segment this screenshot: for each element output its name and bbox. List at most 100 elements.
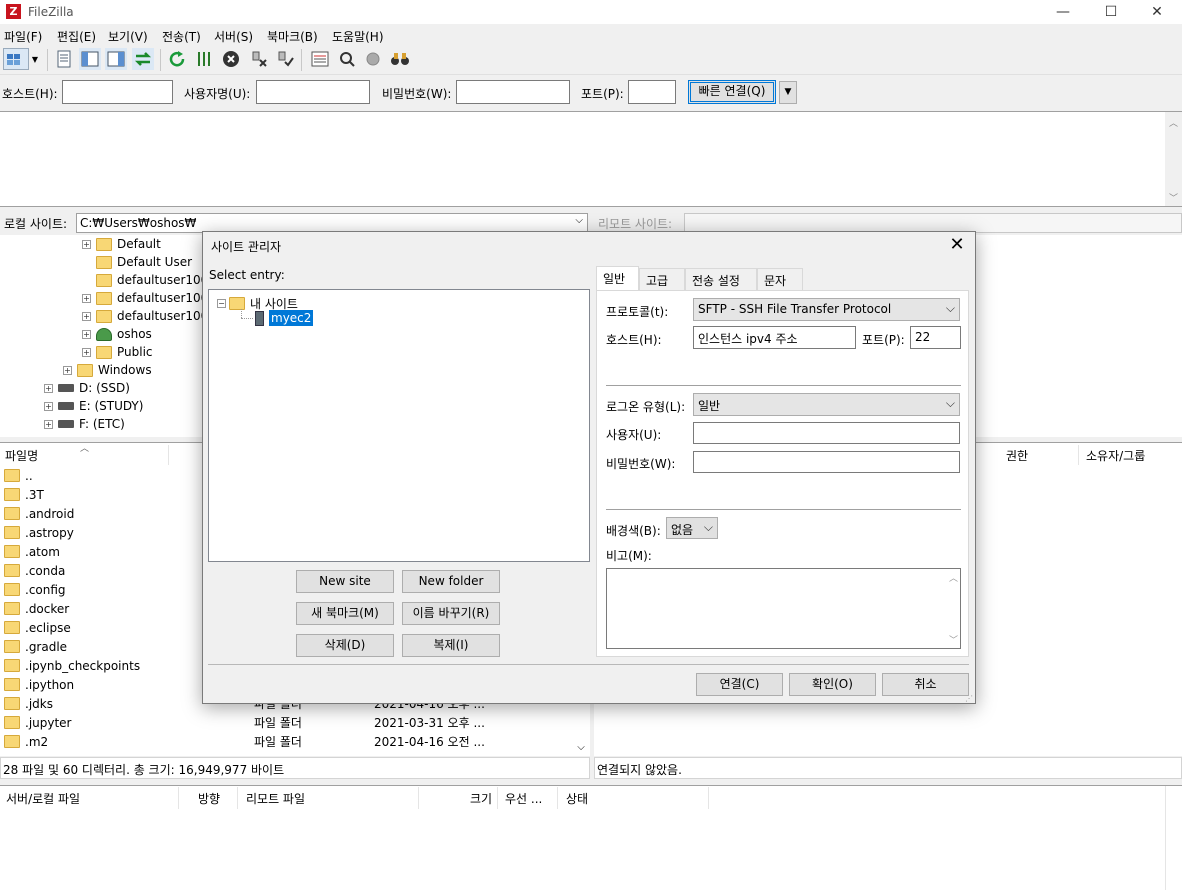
user-field[interactable] [693, 422, 960, 444]
folder-icon [4, 583, 20, 596]
collapse-icon[interactable]: − [217, 299, 226, 308]
expand-icon[interactable]: + [63, 365, 72, 375]
quickconnect-button[interactable]: 빠른 연결(Q) [688, 80, 776, 104]
tab-general[interactable]: 일반 [596, 266, 639, 291]
tree-spacer[interactable] [82, 258, 91, 267]
username-input[interactable] [256, 80, 370, 104]
host-field[interactable]: 인스턴스 ipv4 주소 [693, 326, 856, 349]
menu-file[interactable]: 파일(F) [4, 28, 42, 45]
tree-item[interactable]: + oshos [82, 325, 152, 343]
column-header-owner[interactable]: 소유자/그룹 [1086, 447, 1145, 464]
menu-server[interactable]: 서버(S) [214, 28, 253, 45]
tab-transfer-settings[interactable]: 전송 설정 [685, 268, 757, 291]
file-row[interactable]: .jupyter 파일 폴더 2021-03-31 오후 ... [4, 713, 584, 732]
duplicate-button[interactable]: 복제(I) [402, 634, 500, 657]
chevron-down-icon[interactable]: ⌵ [575, 215, 583, 226]
delete-button[interactable]: 삭제(D) [296, 634, 394, 657]
menu-transfer[interactable]: 전송(T) [162, 28, 201, 45]
menu-edit[interactable]: 편집(E) [57, 28, 96, 45]
expand-icon[interactable]: + [44, 383, 53, 393]
site-manager-dropdown-icon[interactable]: ▼ [29, 48, 41, 70]
tree-item[interactable]: + Windows [63, 361, 152, 379]
rename-button[interactable]: 이름 바꾸기(R) [402, 602, 500, 625]
expand-icon[interactable]: + [82, 311, 91, 321]
reconnect-icon[interactable] [274, 48, 296, 70]
background-color-select[interactable]: 없음 ⌵ [666, 517, 718, 539]
tree-item[interactable]: defaultuser1000 [82, 271, 216, 289]
local-path-combobox[interactable]: C:₩Users₩oshos₩ ⌵ [76, 213, 588, 233]
background-color-label: 배경색(B): [606, 524, 661, 538]
close-window-button[interactable]: ✕ [1134, 0, 1180, 24]
tree-spacer[interactable] [82, 276, 91, 285]
expand-icon[interactable]: + [82, 239, 91, 249]
directory-listing-filter-icon[interactable] [309, 48, 331, 70]
ok-button[interactable]: 확인(O) [789, 673, 876, 696]
column-header-filename[interactable]: 파일명 [5, 447, 38, 464]
message-log-icon[interactable] [53, 48, 75, 70]
host-input[interactable] [62, 80, 173, 104]
queue-col-direction[interactable]: 방향 [198, 790, 220, 807]
log-scrollbar[interactable]: ︿ ﹀ [1165, 112, 1182, 206]
remote-tree-icon[interactable] [105, 48, 127, 70]
disconnect-icon[interactable] [248, 48, 270, 70]
local-tree-icon[interactable] [79, 48, 101, 70]
menu-bookmarks[interactable]: 북마크(B) [267, 28, 318, 45]
queue-col-remote-file[interactable]: 리모트 파일 [246, 790, 305, 807]
tree-item[interactable]: + E: (STUDY) [44, 397, 143, 415]
queue-col-priority[interactable]: 우선 ... [505, 790, 542, 807]
protocol-select[interactable]: SFTP - SSH File Transfer Protocol ⌵ [693, 298, 960, 321]
queue-col-size[interactable]: 크기 [470, 790, 492, 807]
cancel-button[interactable]: 취소 [882, 673, 969, 696]
logon-type-select[interactable]: 일반 ⌵ [693, 393, 960, 416]
folder-icon [4, 526, 20, 539]
folder-icon [96, 237, 112, 251]
refresh-icon[interactable] [166, 48, 188, 70]
queue-col-local-file[interactable]: 서버/로컬 파일 [6, 790, 80, 807]
sync-browsing-icon[interactable] [362, 48, 384, 70]
password-field[interactable] [693, 451, 960, 473]
expand-icon[interactable]: + [82, 293, 91, 303]
new-bookmark-button[interactable]: 새 북마크(M) [296, 602, 394, 625]
tree-item[interactable]: + Default [82, 235, 161, 253]
tab-advanced[interactable]: 고급 [639, 268, 685, 291]
tree-item[interactable]: + F: (ETC) [44, 415, 125, 433]
expand-icon[interactable]: + [82, 329, 91, 339]
tree-item-label: Windows [98, 363, 152, 377]
tree-item[interactable]: + D: (SSD) [44, 379, 130, 397]
port-field[interactable]: 22 [910, 326, 961, 349]
minimize-button[interactable]: — [1040, 0, 1086, 24]
column-header-permissions[interactable]: 권한 [1006, 447, 1028, 464]
connect-button[interactable]: 연결(C) [696, 673, 783, 696]
menu-help[interactable]: 도움말(H) [332, 28, 384, 45]
password-input[interactable] [456, 80, 570, 104]
search-binoculars-icon[interactable] [389, 48, 411, 70]
directory-comparison-icon[interactable] [336, 48, 358, 70]
site-manager-icon[interactable] [3, 48, 29, 70]
tab-charset[interactable]: 문자셋 [757, 268, 803, 305]
process-queue-icon[interactable] [193, 48, 215, 70]
dialog-close-icon[interactable]: ✕ [945, 234, 969, 255]
tree-item-myec2[interactable]: myec2 [255, 310, 314, 326]
maximize-button[interactable]: ☐ [1088, 0, 1134, 24]
resize-grip-icon[interactable]: ⋰ [965, 694, 973, 703]
tree-item[interactable]: Default User [82, 253, 192, 271]
port-input[interactable] [628, 80, 676, 104]
queue-col-status[interactable]: 상태 [566, 790, 588, 807]
expand-icon[interactable]: + [44, 401, 53, 411]
cancel-operation-icon[interactable] [220, 48, 242, 70]
expand-icon[interactable]: + [82, 347, 91, 357]
tree-item[interactable]: + defaultuser1000 [82, 307, 216, 325]
new-folder-button[interactable]: New folder [402, 570, 500, 593]
menu-view[interactable]: 보기(V) [108, 28, 148, 45]
file-row[interactable]: .m2 파일 폴더 2021-04-16 오전 ... [4, 732, 584, 751]
remote-path-combobox[interactable] [684, 213, 1182, 233]
transfer-queue-icon[interactable] [132, 48, 154, 70]
expand-icon[interactable]: + [44, 419, 53, 429]
tree-item[interactable]: + defaultuser1000 [82, 289, 216, 307]
tree-item-label: E: (STUDY) [79, 399, 144, 413]
file-list-scrollbar[interactable]: ⌵ [574, 703, 588, 755]
quickconnect-dropdown-icon[interactable]: ▼ [779, 81, 797, 104]
new-site-button[interactable]: New site [296, 570, 394, 593]
comment-textarea[interactable]: ︿ ﹀ [606, 568, 961, 649]
tree-item[interactable]: + Public [82, 343, 153, 361]
